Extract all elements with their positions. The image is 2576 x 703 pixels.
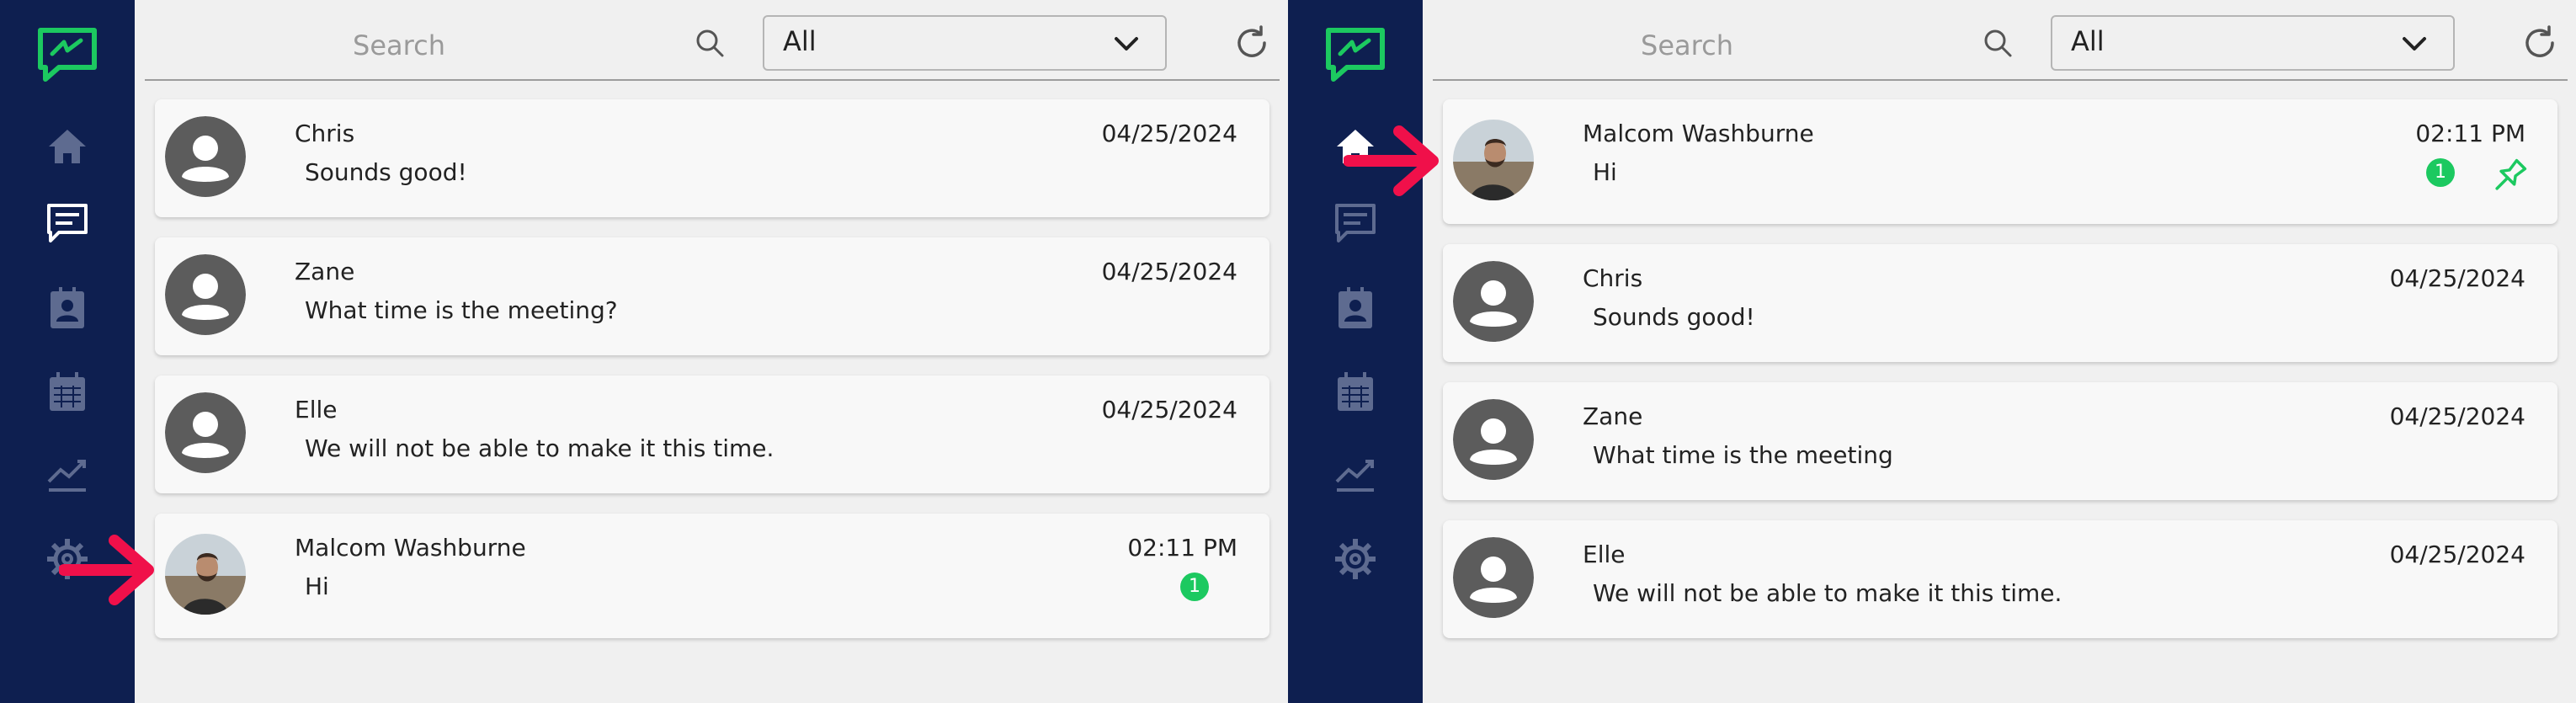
avatar-photo — [165, 534, 246, 615]
highlight-arrow-icon — [59, 535, 154, 605]
sidebar-item-calendar[interactable] — [44, 369, 91, 416]
avatar — [165, 392, 246, 473]
topbar: All — [145, 0, 1288, 81]
chevron-down-icon — [2403, 37, 2426, 51]
topbar: All — [1433, 0, 2576, 81]
conversation-item[interactable]: Zane What time is the meeting 04/25/2024 — [1443, 382, 2557, 500]
conversation-item[interactable]: Malcom Washburne Hi 02:11 PM 1 — [155, 514, 1269, 638]
avatar — [1453, 399, 1534, 480]
conversation-item[interactable]: Elle We will not be able to make it this… — [1443, 520, 2557, 638]
topbar-divider — [1433, 79, 2568, 81]
default-avatar-icon — [165, 116, 246, 197]
default-avatar-icon — [165, 392, 246, 473]
chat-icon — [1335, 204, 1376, 242]
sidebar-item-contacts[interactable] — [44, 285, 91, 332]
sidebar-item-analytics[interactable] — [44, 450, 91, 497]
filter-value: All — [2071, 25, 2105, 57]
sidebar-item-analytics[interactable] — [1332, 450, 1379, 497]
default-avatar-icon — [165, 254, 246, 335]
contact-name: Zane — [1583, 402, 1643, 430]
comparison-stage: All Chris Sounds good! 04/25/2024 Zane W… — [0, 0, 2576, 703]
contact-name: Chris — [1583, 264, 1643, 292]
sidebar-item-calendar[interactable] — [1332, 369, 1379, 416]
conversation-item[interactable]: Zane What time is the meeting? 04/25/202… — [155, 237, 1269, 355]
profile-photo — [1453, 120, 1534, 200]
sidebar-item-contacts[interactable] — [1332, 285, 1379, 332]
sidebar-item-chat[interactable] — [44, 200, 91, 248]
sidebar-item-home[interactable] — [44, 123, 91, 170]
avatar — [1453, 261, 1534, 342]
contact-card-icon — [1339, 287, 1372, 328]
sidebar-item-settings[interactable] — [1332, 535, 1379, 583]
sidebar-item-chat[interactable] — [1332, 200, 1379, 248]
profile-photo — [165, 534, 246, 615]
default-avatar-icon — [1453, 399, 1534, 480]
avatar — [165, 254, 246, 335]
filter-select[interactable]: All — [763, 15, 1167, 71]
conversation-item[interactable]: Chris Sounds good! 04/25/2024 — [155, 99, 1269, 217]
gear-icon — [1335, 539, 1376, 579]
avatar — [165, 116, 246, 197]
message-time: 04/25/2024 — [2389, 264, 2525, 292]
contact-name: Chris — [295, 120, 355, 147]
unread-badge: 1 — [1180, 573, 1209, 601]
conversation-item[interactable]: Chris Sounds good! 04/25/2024 — [1443, 244, 2557, 362]
conversation-item[interactable]: Elle We will not be able to make it this… — [155, 375, 1269, 493]
trend-chart-icon — [1335, 460, 1374, 492]
home-icon — [49, 130, 86, 163]
avatar — [1453, 537, 1534, 618]
avatar-photo — [1453, 120, 1534, 200]
filter-value: All — [783, 25, 817, 57]
contact-name: Zane — [295, 258, 355, 285]
message-preview: Sounds good! — [1593, 303, 1755, 331]
contact-name: Elle — [295, 396, 338, 423]
contact-card-icon — [51, 287, 84, 328]
message-time: 02:11 PM — [1127, 534, 1237, 562]
conversation-list: Malcom Washburne Hi 02:11 PM 1 Chris Sou… — [1443, 99, 2557, 658]
message-preview: What time is the meeting — [1593, 441, 1893, 469]
calendar-icon — [1338, 372, 1373, 411]
chat-icon — [47, 204, 88, 242]
unread-badge: 1 — [2426, 158, 2455, 187]
message-preview: We will not be able to make it this time… — [1593, 579, 2062, 607]
conversation-item-pinned[interactable]: Malcom Washburne Hi 02:11 PM 1 — [1443, 99, 2557, 224]
trend-chart-icon — [47, 460, 86, 492]
chat-bolt-logo-icon[interactable] — [34, 25, 101, 84]
contact-name: Elle — [1583, 541, 1626, 568]
search-input[interactable] — [145, 24, 653, 67]
contact-name: Malcom Washburne — [295, 534, 526, 562]
messages-panel-before: All Chris Sounds good! 04/25/2024 Zane W… — [0, 0, 1288, 703]
message-time: 02:11 PM — [2415, 120, 2525, 147]
message-time: 04/25/2024 — [1101, 396, 1237, 423]
message-preview: What time is the meeting? — [305, 296, 618, 324]
message-time: 04/25/2024 — [1101, 120, 1237, 147]
chevron-down-icon — [1115, 37, 1138, 51]
search-input[interactable] — [1433, 24, 1941, 67]
search-icon[interactable] — [692, 25, 729, 62]
message-time: 04/25/2024 — [1101, 258, 1237, 285]
filter-select[interactable]: All — [2051, 15, 2455, 71]
contact-name: Malcom Washburne — [1583, 120, 1814, 147]
pin-icon[interactable] — [2488, 155, 2531, 197]
message-time: 04/25/2024 — [2389, 541, 2525, 568]
search-icon[interactable] — [1980, 25, 2017, 62]
sidebar — [1288, 0, 1423, 703]
highlight-arrow-icon — [1344, 125, 1439, 196]
messages-panel-after: All Malcom Washburne Hi 02:11 PM 1 — [1288, 0, 2576, 703]
default-avatar-icon — [1453, 261, 1534, 342]
message-preview: We will not be able to make it this time… — [305, 434, 774, 462]
conversation-list: Chris Sounds good! 04/25/2024 Zane What … — [155, 99, 1269, 658]
message-time: 04/25/2024 — [2389, 402, 2525, 430]
default-avatar-icon — [1453, 537, 1534, 618]
topbar-divider — [145, 79, 1280, 81]
refresh-icon[interactable] — [1232, 24, 1271, 62]
calendar-icon — [50, 372, 85, 411]
message-preview: Hi — [305, 573, 329, 600]
chat-bolt-logo-icon[interactable] — [1322, 25, 1389, 84]
refresh-icon[interactable] — [2520, 24, 2559, 62]
message-preview: Hi — [1593, 158, 1617, 186]
message-preview: Sounds good! — [305, 158, 467, 186]
